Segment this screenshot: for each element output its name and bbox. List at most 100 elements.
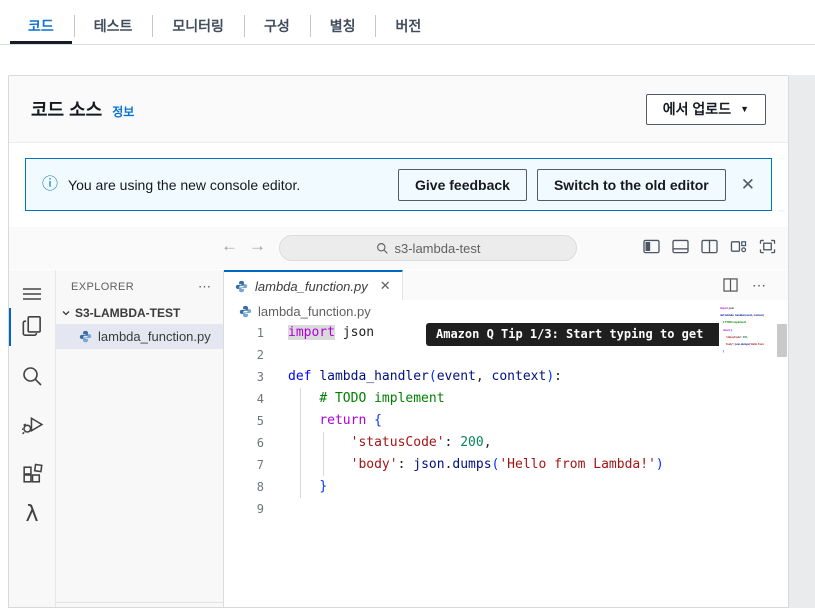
tab-code[interactable]: 코드 xyxy=(8,8,74,44)
tab-code-label: 코드 xyxy=(28,18,54,34)
tab-versions-label: 버전 xyxy=(395,18,422,34)
code-line: 2 xyxy=(256,348,264,362)
code-line: 9 xyxy=(256,502,264,516)
editor-toolbar: ← → s3-lambda-test xyxy=(9,227,788,269)
minimap-line: # TODO implement xyxy=(722,321,747,325)
fullscreen-icon[interactable] xyxy=(759,239,776,254)
banner-buttons: Give feedback Switch to the old editor xyxy=(398,168,726,201)
upload-from-button[interactable]: 에서 업로드 ▼ xyxy=(645,93,766,125)
extensions-view-button[interactable] xyxy=(9,454,55,494)
file-label: lambda_function.py xyxy=(98,329,211,344)
more-actions-icon[interactable]: ⋯ xyxy=(752,277,766,294)
editor-pane: lambda_function.py ✕ ⋯ lambda_function.p… xyxy=(224,270,788,607)
code-line: 3 def lambda_handler(event, context): xyxy=(256,369,562,384)
page-background-gutter xyxy=(789,75,815,608)
code-line: 5 return { xyxy=(256,413,382,428)
code-line: 6 'statusCode': 200, xyxy=(256,435,492,450)
editor-tab-bar: lambda_function.py ✕ ⋯ xyxy=(224,270,788,300)
python-file-icon xyxy=(79,330,92,343)
editor-scrollbar[interactable] xyxy=(777,324,787,357)
debug-icon xyxy=(21,416,43,434)
close-icon[interactable]: ✕ xyxy=(380,278,391,294)
tabs-divider xyxy=(0,44,815,45)
give-feedback-button[interactable]: Give feedback xyxy=(398,168,527,201)
command-search-input[interactable]: s3-lambda-test xyxy=(279,235,577,261)
banner-section: ⓘ You are using the new console editor. … xyxy=(9,143,788,227)
minimap-line: 'statusCode': 200, xyxy=(725,335,748,339)
editor-workbench: λ EXPLORER ⋯ S3-LAMBDA-TEST lambda_funct… xyxy=(9,270,788,607)
explorer-header: EXPLORER ⋯ xyxy=(56,270,223,301)
minimap-line: import json xyxy=(720,307,735,310)
explorer-title: EXPLORER xyxy=(71,280,135,293)
tab-aliases-label: 별칭 xyxy=(329,18,356,34)
tab-aliases[interactable]: 별칭 xyxy=(309,8,376,44)
toggle-left-panel-icon[interactable] xyxy=(643,239,660,254)
minimap[interactable]: import json def lambda_handler(event, con… xyxy=(720,303,764,607)
code-source-card: 코드 소스 정보 에서 업로드 ▼ ⓘ You are using the ne… xyxy=(8,75,789,608)
editor-tab-label: lambda_function.py xyxy=(255,278,368,294)
toggle-bottom-panel-icon[interactable] xyxy=(672,239,689,254)
explorer-view-button[interactable] xyxy=(9,306,55,346)
search-icon xyxy=(23,367,42,386)
switch-old-editor-button[interactable]: Switch to the old editor xyxy=(536,168,726,201)
layout-controls xyxy=(643,239,776,254)
tab-configuration-label: 구성 xyxy=(263,18,290,34)
minimap-content: import json def lambda_handler(event, con… xyxy=(720,303,764,353)
tab-versions[interactable]: 버전 xyxy=(375,8,441,44)
tab-test[interactable]: 테스트 xyxy=(73,8,153,44)
python-file-icon xyxy=(239,305,252,317)
split-editor-icon[interactable] xyxy=(723,278,738,292)
minimap-line: 'body': json.dumps('Hello from Lambda!') xyxy=(725,343,764,347)
search-view-button[interactable] xyxy=(9,356,55,396)
tab-monitoring-label: 모니터링 xyxy=(172,18,224,34)
info-link[interactable]: 정보 xyxy=(112,103,134,120)
card-header: 코드 소스 정보 에서 업로드 ▼ xyxy=(9,76,788,143)
close-icon[interactable]: ✕ xyxy=(741,176,755,193)
banner-message: You are using the new console editor. xyxy=(68,176,301,193)
code-lines: 1 import json 2 3 def lambda_handler(event, … xyxy=(224,322,788,520)
tab-test-label: 테스트 xyxy=(93,18,133,34)
function-tabs: 코드 테스트 모니터링 구성 별칭 버전 xyxy=(8,8,441,44)
minimap-line: return { xyxy=(722,328,733,332)
root-folder-label: S3-LAMBDA-TEST xyxy=(75,305,181,320)
amazon-q-tooltip: Amazon Q Tip 1/3: Start typing to get xyxy=(426,323,719,346)
tab-configuration[interactable]: 구성 xyxy=(243,8,310,44)
code-line: 7 'body': json.dumps('Hello from Lambda!… xyxy=(256,457,664,472)
customize-layout-icon[interactable] xyxy=(730,239,747,254)
tab-monitoring[interactable]: 모니터링 xyxy=(152,8,244,44)
explorer-panel: EXPLORER ⋯ S3-LAMBDA-TEST lambda_functio… xyxy=(56,270,224,607)
more-actions-icon[interactable]: ⋯ xyxy=(198,280,211,293)
run-debug-view-button[interactable] xyxy=(9,404,55,444)
activity-bar: λ xyxy=(9,270,56,607)
breadcrumb-label: lambda_function.py xyxy=(258,303,371,319)
indent-guide xyxy=(300,388,301,498)
back-arrow-icon[interactable]: ← xyxy=(221,236,238,256)
code-editor[interactable]: 1 import json 2 3 def lambda_handler(event, … xyxy=(224,322,788,520)
indent-guide xyxy=(323,432,324,476)
tree-root-folder[interactable]: S3-LAMBDA-TEST xyxy=(56,301,223,324)
forward-arrow-icon[interactable]: → xyxy=(249,236,266,256)
info-icon: ⓘ xyxy=(42,175,59,193)
chevron-down-icon xyxy=(62,310,70,315)
caret-down-icon: ▼ xyxy=(740,104,749,114)
aws-lambda-view-button[interactable]: λ xyxy=(9,494,55,534)
hamburger-icon xyxy=(23,288,41,300)
code-line: 8 } xyxy=(256,479,328,494)
minimap-line: } xyxy=(722,350,724,354)
editor-tab-lambda-function[interactable]: lambda_function.py ✕ xyxy=(224,270,403,300)
lambda-icon: λ xyxy=(25,501,39,527)
upload-from-label: 에서 업로드 xyxy=(662,101,732,117)
tree-file-lambda-function[interactable]: lambda_function.py xyxy=(56,324,223,349)
page-title: 코드 소스 xyxy=(31,100,103,120)
info-banner: ⓘ You are using the new console editor. … xyxy=(25,158,772,211)
extensions-icon xyxy=(22,463,43,483)
search-value: s3-lambda-test xyxy=(394,240,481,256)
python-file-icon xyxy=(235,280,248,292)
tab-actions: ⋯ xyxy=(723,270,766,300)
toggle-right-panel-icon[interactable] xyxy=(701,239,718,254)
breadcrumb[interactable]: lambda_function.py xyxy=(224,300,788,322)
minimap-line: def lambda_handler(event, context): xyxy=(720,314,764,318)
explorer-divider xyxy=(56,602,223,603)
lambda-console-page: 코드 테스트 모니터링 구성 별칭 버전 코드 소스 정보 에서 업로드 ▼ ⓘ… xyxy=(0,0,815,608)
search-icon xyxy=(376,242,388,254)
